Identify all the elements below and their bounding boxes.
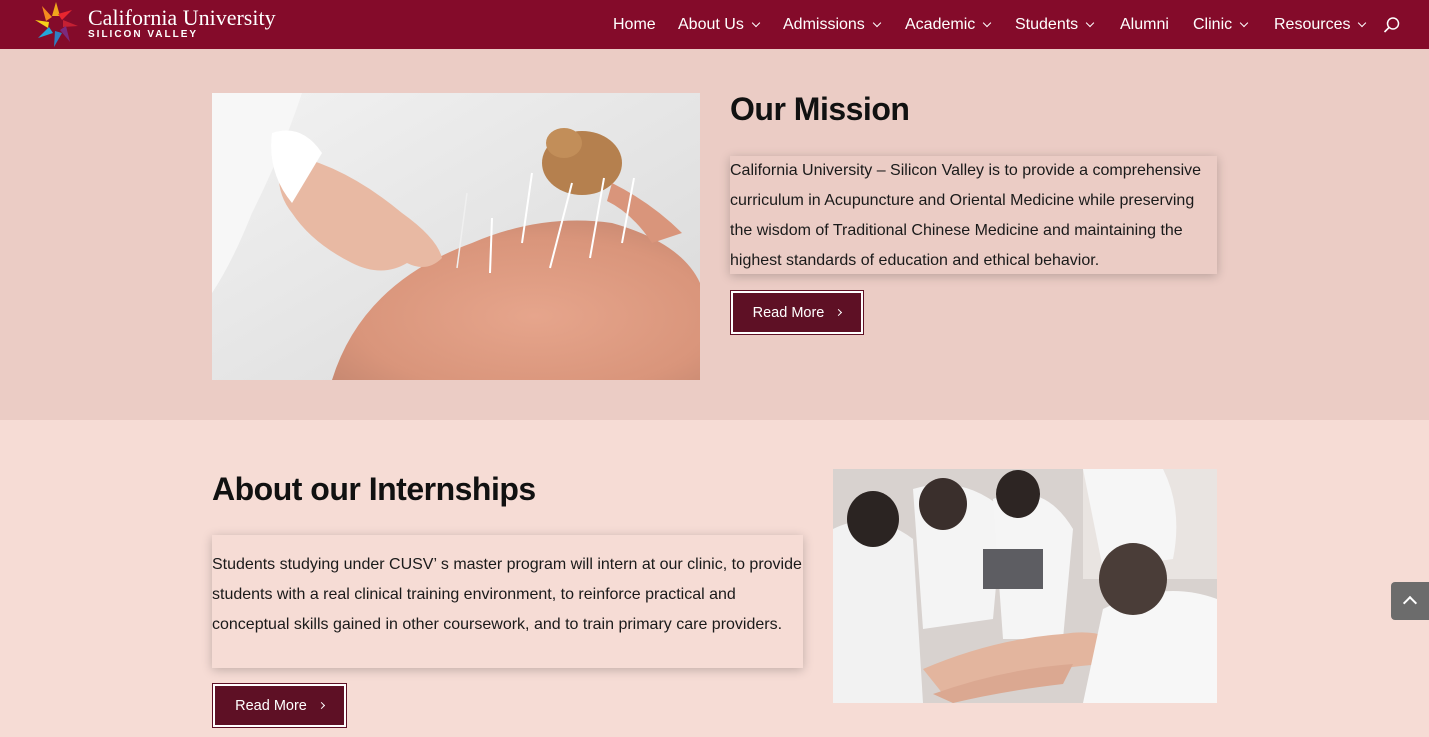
nav-about-us[interactable]: About Us (678, 0, 761, 49)
nav-resources-label: Resources (1274, 15, 1351, 33)
chevron-down-icon (1085, 18, 1095, 27)
read-more-label: Read More (752, 304, 825, 321)
internships-title: About our Internships (212, 471, 536, 507)
internships-read-more-button[interactable]: Read More (212, 683, 347, 728)
nav-students[interactable]: Students (1015, 0, 1095, 49)
nav-alumni-label: Alumni (1120, 15, 1169, 33)
nav-clinic[interactable]: Clinic (1193, 0, 1249, 49)
nav-academic[interactable]: Academic (905, 0, 992, 49)
chevron-right-icon (835, 308, 843, 317)
top-navigation-bar: California University SILICON VALLEY Hom… (0, 0, 1429, 49)
back-to-top-button[interactable] (1391, 582, 1429, 620)
nav-clinic-label: Clinic (1193, 15, 1233, 33)
nav-home-label: Home (613, 15, 656, 33)
read-more-label: Read More (235, 697, 307, 714)
nav-students-label: Students (1015, 15, 1079, 33)
internships-text: Students studying under CUSV’ s master p… (212, 556, 802, 633)
chevron-down-icon (872, 18, 882, 27)
mission-text-box: California University – Silicon Valley i… (730, 156, 1217, 274)
chevron-right-icon (317, 701, 325, 710)
logo-text: California University SILICON VALLEY (88, 5, 276, 41)
chevron-up-icon (1402, 595, 1418, 611)
mission-text: California University – Silicon Valley i… (730, 162, 1202, 269)
nav-admissions-label: Admissions (783, 15, 865, 33)
internships-text-box: Students studying under CUSV’ s master p… (212, 535, 803, 668)
logo-name: California University (88, 5, 276, 30)
chevron-down-icon (1239, 18, 1249, 27)
nav-home[interactable]: Home (613, 0, 656, 49)
nav-resources[interactable]: Resources (1274, 0, 1367, 49)
nav-admissions[interactable]: Admissions (783, 0, 882, 49)
search-icon[interactable] (1383, 16, 1401, 34)
acupuncture-image (212, 93, 700, 380)
nav-alumni[interactable]: Alumni (1120, 0, 1169, 49)
nav-about-us-label: About Us (678, 15, 744, 33)
site-logo[interactable]: California University SILICON VALLEY (32, 0, 276, 49)
internship-clinic-image (833, 469, 1217, 703)
chevron-down-icon (983, 18, 992, 27)
chevron-down-icon (751, 18, 761, 27)
logo-star-icon (35, 2, 78, 47)
mission-title: Our Mission (730, 91, 910, 127)
logo-subtitle: SILICON VALLEY (88, 29, 199, 40)
nav-academic-label: Academic (905, 15, 976, 33)
chevron-down-icon (1358, 18, 1367, 27)
mission-read-more-button[interactable]: Read More (730, 290, 864, 335)
